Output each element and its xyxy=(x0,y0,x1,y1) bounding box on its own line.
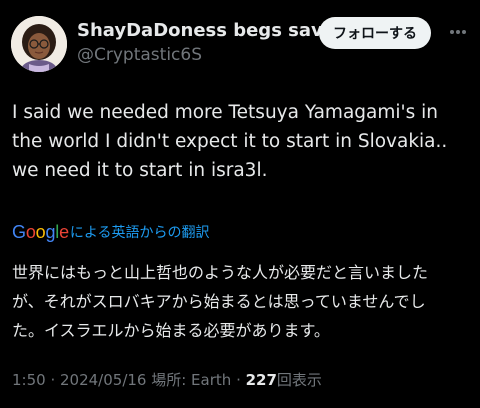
display-name[interactable]: ShayDaDoness begs sav... xyxy=(77,20,342,41)
tweet-meta: 1:50 · 2024/05/16 場所: Earth · 227回表示 xyxy=(12,369,322,390)
translated-line: が、それがスロバキアから始まるとは思っていませんでし xyxy=(12,292,426,311)
google-logo-letter: e xyxy=(59,221,69,242)
avatar-image xyxy=(11,16,67,72)
more-horizontal-icon xyxy=(450,30,466,34)
user-handle[interactable]: @Cryptastic6S xyxy=(77,45,202,65)
translation-label[interactable]: による英語からの翻訳 xyxy=(70,222,210,242)
tweet-line: we need it to start in isra3l. xyxy=(12,160,268,181)
google-logo-letter: g xyxy=(45,221,56,242)
translation-attribution[interactable]: Google による英語からの翻訳 xyxy=(12,221,209,243)
meta-separator: · xyxy=(231,371,246,389)
translated-line: た。イスラエルから始まる必要があります。 xyxy=(12,321,330,340)
translated-body: 世界にはもっと山上哲也のような人が必要だと言いました が、それがスロバキアから始… xyxy=(12,258,472,345)
google-logo-letter: o xyxy=(35,221,46,242)
tweet-line: the world I didn't expect it to start in… xyxy=(12,131,448,152)
tweet-line: I said we needed more Tetsuya Yamagami's… xyxy=(12,102,438,123)
tweet-body: I said we needed more Tetsuya Yamagami's… xyxy=(12,98,474,185)
more-options-button[interactable] xyxy=(444,20,472,44)
tweet-date[interactable]: 2024/05/16 xyxy=(60,371,146,389)
tweet-time[interactable]: 1:50 xyxy=(12,371,46,389)
google-logo-letter: o xyxy=(25,221,36,242)
views-label: 回表示 xyxy=(276,371,322,389)
views-count[interactable]: 227 xyxy=(246,371,277,389)
translated-line: 世界にはもっと山上哲也のような人が必要だと言いました xyxy=(12,263,429,282)
tweet-header: ShayDaDoness begs sav... @Cryptastic6S フ… xyxy=(0,0,480,80)
meta-separator: · xyxy=(45,371,60,389)
tweet-location: 場所: Earth xyxy=(146,371,232,389)
google-logo-letter: G xyxy=(12,221,26,242)
follow-button[interactable]: フォローする xyxy=(319,17,431,49)
google-logo: Google xyxy=(12,222,69,243)
avatar[interactable] xyxy=(11,16,67,72)
